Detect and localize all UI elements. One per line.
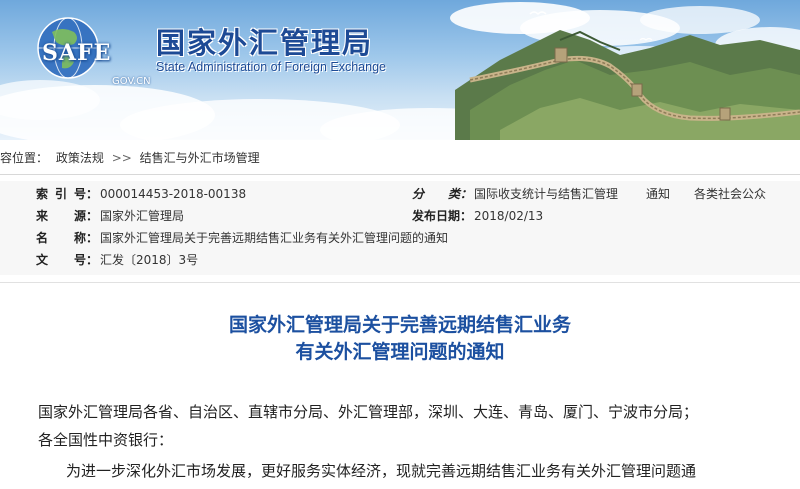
article-title-line-1: 国家外汇管理局关于完善远期结售汇业务 bbox=[228, 314, 571, 336]
label-char: 文 bbox=[36, 253, 49, 267]
meta-row-index: 索 引 号： 000014453-2018-00138 分 类： 国际收支统计与… bbox=[0, 183, 800, 205]
name-value: 国家外汇管理局关于完善远期结售汇业务有关外汇管理问题的通知 bbox=[100, 231, 449, 245]
document-metadata-table: 索 引 号： 000014453-2018-00138 分 类： 国际收支统计与… bbox=[0, 181, 800, 275]
docno-value: 汇发〔2018〕3号 bbox=[100, 253, 199, 267]
docno-label: 文 号： bbox=[36, 249, 98, 271]
article-title-line-2: 有关外汇管理问题的通知 bbox=[295, 341, 505, 363]
breadcrumb-separator: >> bbox=[111, 151, 132, 165]
addressee-line-2: 各全国性中资银行： bbox=[38, 431, 174, 449]
label-char: 称： bbox=[73, 231, 98, 245]
date-label: 发布日期： bbox=[412, 209, 473, 223]
label-char: 源： bbox=[73, 209, 98, 223]
breadcrumb: 内容位置： 政策法规 >> 结售汇与外汇市场管理 bbox=[0, 146, 800, 170]
meta-row-source: 来 源： 国家外汇管理局 发布日期： 2018/02/13 bbox=[0, 205, 800, 227]
category-audience: 各类社会公众 bbox=[694, 187, 767, 201]
logo-text: SAFE bbox=[42, 40, 112, 66]
safe-logo[interactable]: SAFE GOV.CN bbox=[20, 14, 170, 87]
category-value: 国际收支统计与结售汇管理 bbox=[474, 187, 619, 201]
source-label: 来 源： bbox=[36, 205, 98, 227]
article-body-paragraph: 为进一步深化外汇市场发展，更好服务实体经济，现就完善远期结售汇业务有关外汇管理问… bbox=[66, 462, 697, 480]
label-char: 号： bbox=[73, 187, 98, 201]
site-title: 国家外汇管理局 bbox=[156, 26, 374, 60]
index-label: 索 引 号： bbox=[36, 183, 98, 205]
label-char: 分 bbox=[412, 187, 425, 201]
meta-row-docno: 文 号： 汇发〔2018〕3号 bbox=[0, 249, 800, 271]
label-char: 类： bbox=[447, 187, 472, 201]
metadata-divider bbox=[0, 282, 800, 283]
site-subtitle: State Administration of Foreign Exchange bbox=[156, 60, 386, 74]
label-char: 来 bbox=[36, 209, 49, 223]
index-value: 000014453-2018-00138 bbox=[100, 187, 247, 201]
date-value: 2018/02/13 bbox=[474, 209, 544, 223]
label-char: 号： bbox=[73, 253, 98, 267]
category-label: 分 类： bbox=[412, 183, 472, 205]
label-char: 引 bbox=[54, 187, 67, 201]
meta-row-name: 名 称： 国家外汇管理局关于完善远期结售汇业务有关外汇管理问题的通知 bbox=[0, 227, 800, 249]
breadcrumb-divider bbox=[0, 174, 800, 175]
breadcrumb-item-fx-market[interactable]: 结售汇与外汇市场管理 bbox=[140, 146, 260, 170]
label-char: 名 bbox=[36, 231, 49, 245]
source-value: 国家外汇管理局 bbox=[100, 209, 185, 223]
article-title: 国家外汇管理局关于完善远期结售汇业务 有关外汇管理问题的通知 bbox=[0, 312, 800, 366]
logo-domain: GOV.CN bbox=[112, 76, 151, 87]
breadcrumb-prefix: 内容位置： bbox=[0, 151, 49, 165]
label-char: 索 bbox=[36, 187, 49, 201]
breadcrumb-item-policy[interactable]: 政策法规 bbox=[56, 146, 104, 170]
name-label: 名 称： bbox=[36, 227, 98, 249]
site-header-banner: SAFE GOV.CN 国家外汇管理局 State Administration… bbox=[0, 0, 800, 140]
addressee-line-1: 国家外汇管理局各省、自治区、直辖市分局、外汇管理部，深圳、大连、青岛、厦门、宁波… bbox=[38, 403, 699, 421]
category-type: 通知 bbox=[646, 187, 671, 201]
article-addressee: 国家外汇管理局各省、自治区、直辖市分局、外汇管理部，深圳、大连、青岛、厦门、宁波… bbox=[38, 398, 798, 454]
